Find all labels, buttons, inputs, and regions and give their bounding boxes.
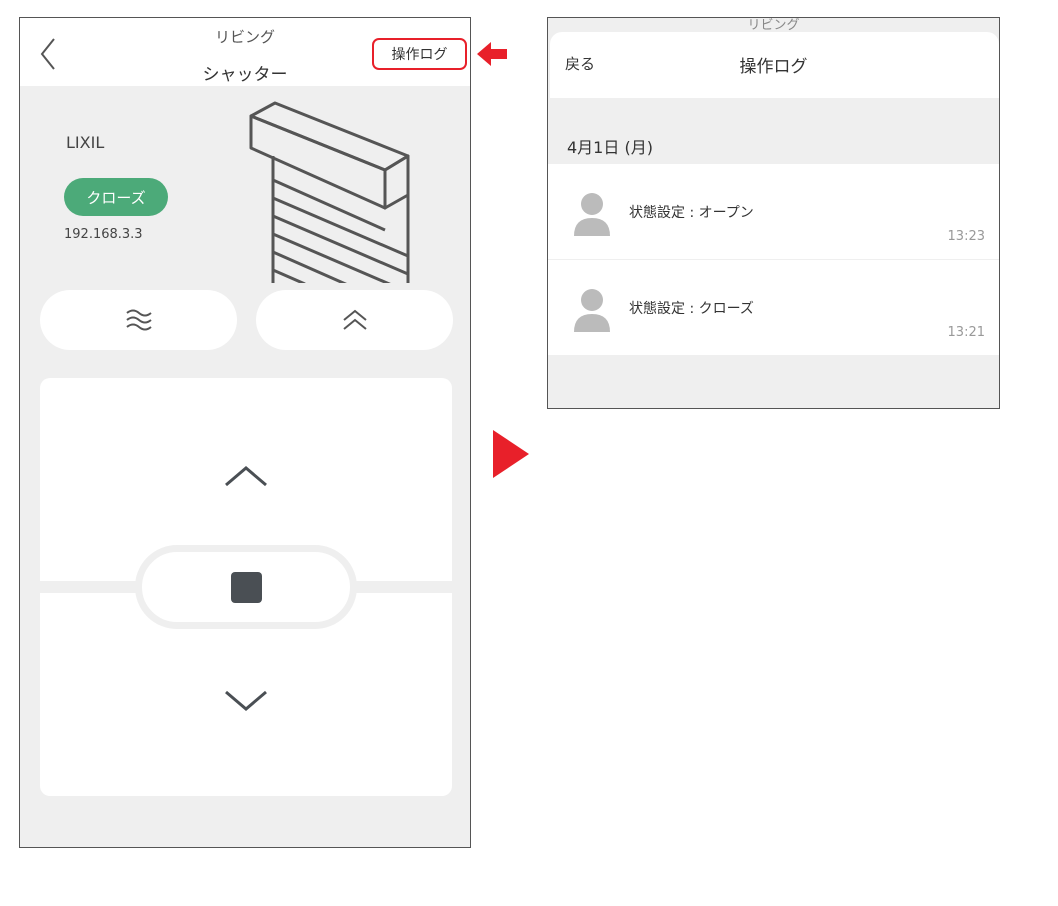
full-open-button[interactable] <box>256 290 453 350</box>
log-text: 状態設定 : オープン <box>629 205 754 221</box>
stop-button[interactable] <box>135 545 357 629</box>
stop-icon <box>230 571 262 603</box>
brand-label: LIXIL <box>66 133 105 152</box>
ghost-header: リビング <box>747 18 800 33</box>
red-triangle-icon <box>493 430 529 478</box>
ip-address: 192.168.3.3 <box>64 227 143 242</box>
date-heading: 4月1日 (月) <box>567 138 653 157</box>
red-arrow-icon <box>477 42 507 66</box>
log-text: 状態設定 : クローズ <box>629 301 754 317</box>
log-time: 13:23 <box>947 229 985 244</box>
chevron-down-icon <box>225 690 267 711</box>
status-badge: クローズ <box>64 178 168 216</box>
list-item: 状態設定 : オープン 13:23 <box>548 164 999 260</box>
log-list: 状態設定 : オープン 13:23 状態設定 : クローズ 13:21 <box>548 164 999 356</box>
wave-icon <box>125 309 152 331</box>
avatar-icon <box>574 289 610 332</box>
double-chevron-up-icon <box>342 309 367 330</box>
log-time: 13:21 <box>947 325 985 340</box>
header: リビング シャッター 操作ログ <box>20 18 470 86</box>
shutter-illustration <box>249 101 410 283</box>
avatar-icon <box>574 193 610 236</box>
page-title: 操作ログ <box>739 57 808 77</box>
device-screen: リビング シャッター 操作ログ LIXIL クローズ 192.168.3.3 <box>19 17 471 848</box>
half-open-button[interactable] <box>40 290 237 350</box>
log-screen: リビング 戻る 操作ログ 4月1日 (月) 状態設定 : オープン 13:23 … <box>547 17 1000 409</box>
operation-log-button[interactable]: 操作ログ <box>372 38 467 70</box>
chevron-up-icon <box>225 466 267 487</box>
list-item: 状態設定 : クローズ 13:21 <box>548 260 999 356</box>
